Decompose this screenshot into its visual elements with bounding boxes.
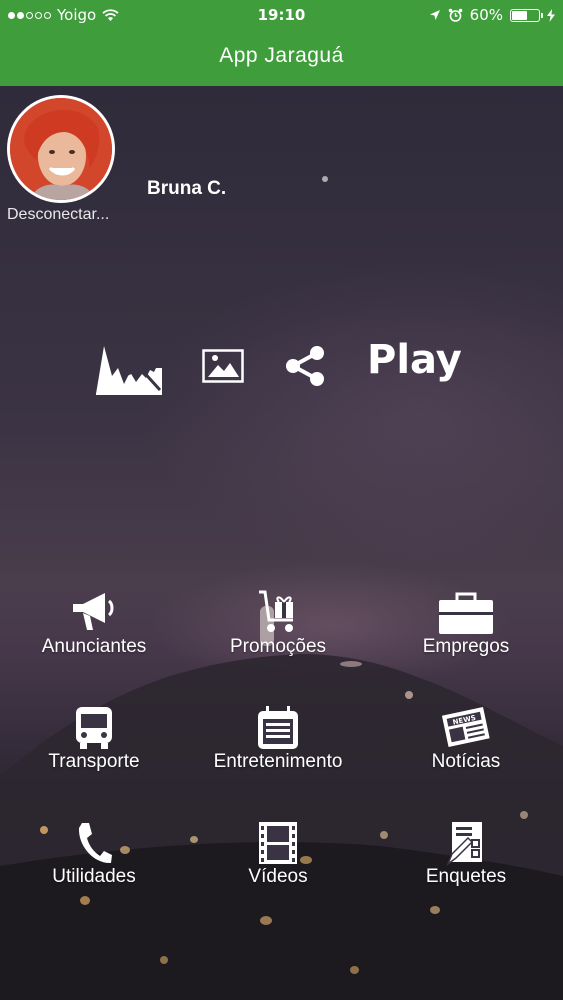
status-right: 60% — [429, 6, 555, 24]
film-icon — [259, 822, 297, 864]
play-button[interactable]: Play — [367, 337, 462, 383]
bus-icon — [76, 707, 112, 749]
charging-bolt-icon — [547, 8, 555, 22]
menu-item-label: Utilidades — [52, 866, 136, 887]
newspaper-icon: NEWS — [441, 707, 490, 748]
navigation-bar: App Jaraguá — [0, 30, 563, 86]
user-name: Bruna C. — [147, 178, 227, 199]
image-icon[interactable] — [202, 349, 244, 383]
battery-level — [512, 10, 527, 20]
app-title: App Jaraguá — [219, 44, 344, 67]
location-arrow-icon — [429, 10, 440, 20]
battery-percent: 60% — [469, 6, 503, 24]
phone-icon — [78, 823, 112, 864]
menu-item-label: Anunciantes — [41, 636, 147, 657]
menu-item-label: Notícias — [431, 751, 501, 772]
briefcase-icon — [439, 592, 493, 634]
menu-item-utilidades[interactable]: Utilidades — [0, 820, 188, 888]
chart-icon[interactable] — [94, 338, 164, 396]
menu-item-enquetes[interactable]: Enquetes — [372, 820, 560, 888]
menu-item-label: Transporte — [48, 751, 140, 772]
menu-item-promocoes[interactable]: Promoções — [184, 590, 372, 658]
menu-item-noticias[interactable]: NEWS Notícias — [372, 705, 560, 773]
share-icon[interactable] — [284, 345, 326, 387]
battery-icon — [510, 8, 543, 22]
status-bar: Yoigo 19:10 60% — [0, 0, 563, 30]
menu-item-anunciantes[interactable]: Anunciantes — [0, 590, 188, 658]
gift-cart-icon — [259, 590, 293, 632]
menu-item-empregos[interactable]: Empregos — [372, 590, 560, 658]
poll-icon — [446, 822, 482, 866]
avatar-photo — [10, 98, 112, 200]
action-row — [0, 335, 563, 405]
megaphone-icon — [73, 593, 114, 630]
menu-item-videos[interactable]: Vídeos — [184, 820, 372, 888]
alarm-clock-icon — [448, 8, 462, 22]
menu-item-label: Vídeos — [248, 866, 308, 887]
calendar-icon — [258, 706, 298, 749]
menu-item-label: Empregos — [422, 636, 510, 657]
menu-item-label: Entretenimento — [213, 751, 343, 772]
menu-item-label: Promoções — [229, 636, 327, 657]
avatar[interactable] — [7, 95, 115, 203]
menu-item-transporte[interactable]: Transporte — [0, 705, 188, 773]
menu-item-label: Enquetes — [425, 866, 507, 887]
disconnect-link[interactable]: Desconectar... — [7, 206, 109, 224]
menu-item-entretenimento[interactable]: Entretenimento — [184, 705, 372, 773]
